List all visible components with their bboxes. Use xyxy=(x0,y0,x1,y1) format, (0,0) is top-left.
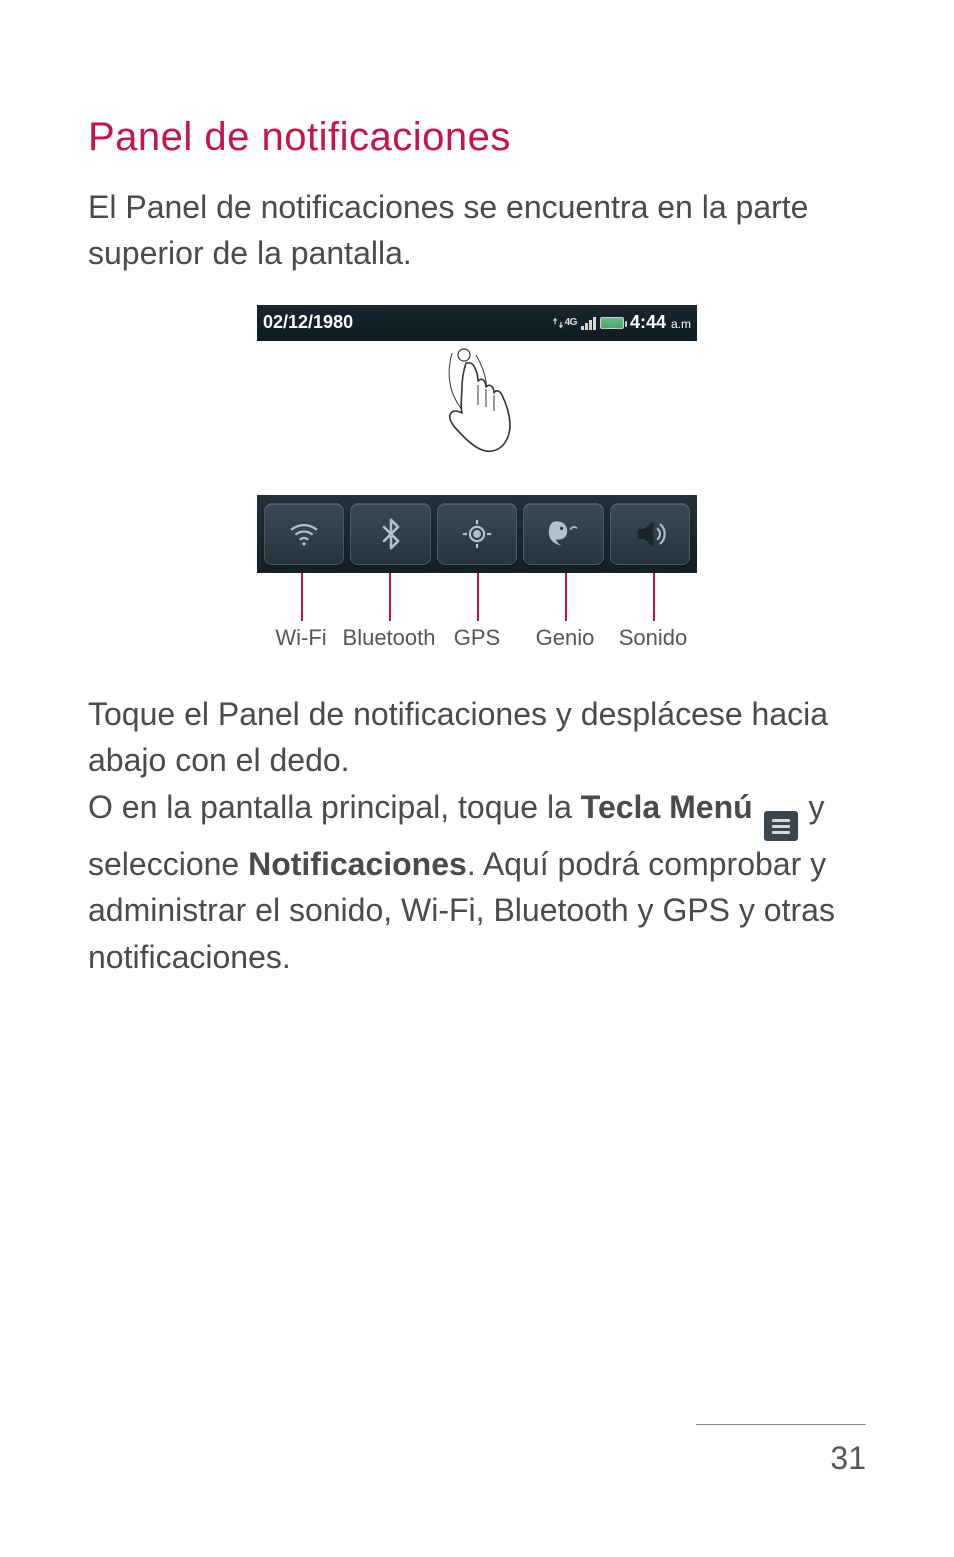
keyword-notificaciones: Notificaciones xyxy=(248,846,467,882)
figure-statusbar-drag: 02/12/1980 4G 4:44 a.m xyxy=(257,305,697,471)
intro-paragraph: El Panel de notificaciones se encuentra … xyxy=(88,184,866,277)
swipe-down-hand-icon xyxy=(432,345,522,465)
menu-key-icon xyxy=(764,811,798,841)
sync-arrows-icon xyxy=(551,316,565,330)
callout-genio: Genio xyxy=(536,625,595,651)
txt-frag-a: O en la pantalla principal, toque la xyxy=(88,789,581,825)
quick-settings-row xyxy=(257,495,697,573)
qs-sound-button[interactable] xyxy=(610,503,690,565)
battery-icon xyxy=(600,317,624,329)
status-date: 02/12/1980 xyxy=(263,312,353,333)
callout-gps: GPS xyxy=(454,625,500,651)
wifi-icon xyxy=(287,517,321,551)
network-4g-icon: 4G xyxy=(565,319,577,327)
genio-icon xyxy=(546,517,580,551)
status-time-value: 4:44 xyxy=(630,312,666,332)
callout-wifi: Wi-Fi xyxy=(275,625,326,651)
qs-genio-button[interactable] xyxy=(523,503,603,565)
page-number-rule xyxy=(696,1424,866,1425)
page-number: 31 xyxy=(830,1440,866,1477)
callout-bluetooth: Bluetooth xyxy=(343,625,436,651)
qs-bluetooth-button[interactable] xyxy=(350,503,430,565)
qs-wifi-button[interactable] xyxy=(264,503,344,565)
menu-instruction: O en la pantalla principal, toque la Tec… xyxy=(88,784,866,981)
status-time: 4:44 a.m xyxy=(630,312,691,333)
section-heading: Panel de notificaciones xyxy=(88,115,866,160)
sound-icon xyxy=(633,517,667,551)
status-time-ampm: a.m xyxy=(671,317,691,331)
status-bar: 02/12/1980 4G 4:44 a.m xyxy=(257,305,697,341)
bluetooth-icon xyxy=(374,517,408,551)
swipe-instruction: Toque el Panel de notificaciones y despl… xyxy=(88,691,866,784)
gps-icon xyxy=(460,517,494,551)
figure-quick-settings: Wi-Fi Bluetooth GPS Genio Sonido xyxy=(257,495,697,661)
signal-bars-icon xyxy=(581,316,596,330)
quick-settings-callouts: Wi-Fi Bluetooth GPS Genio Sonido xyxy=(257,573,697,661)
keyword-tecla-menu: Tecla Menú xyxy=(581,789,753,825)
qs-gps-button[interactable] xyxy=(437,503,517,565)
callout-sound: Sonido xyxy=(619,625,688,651)
